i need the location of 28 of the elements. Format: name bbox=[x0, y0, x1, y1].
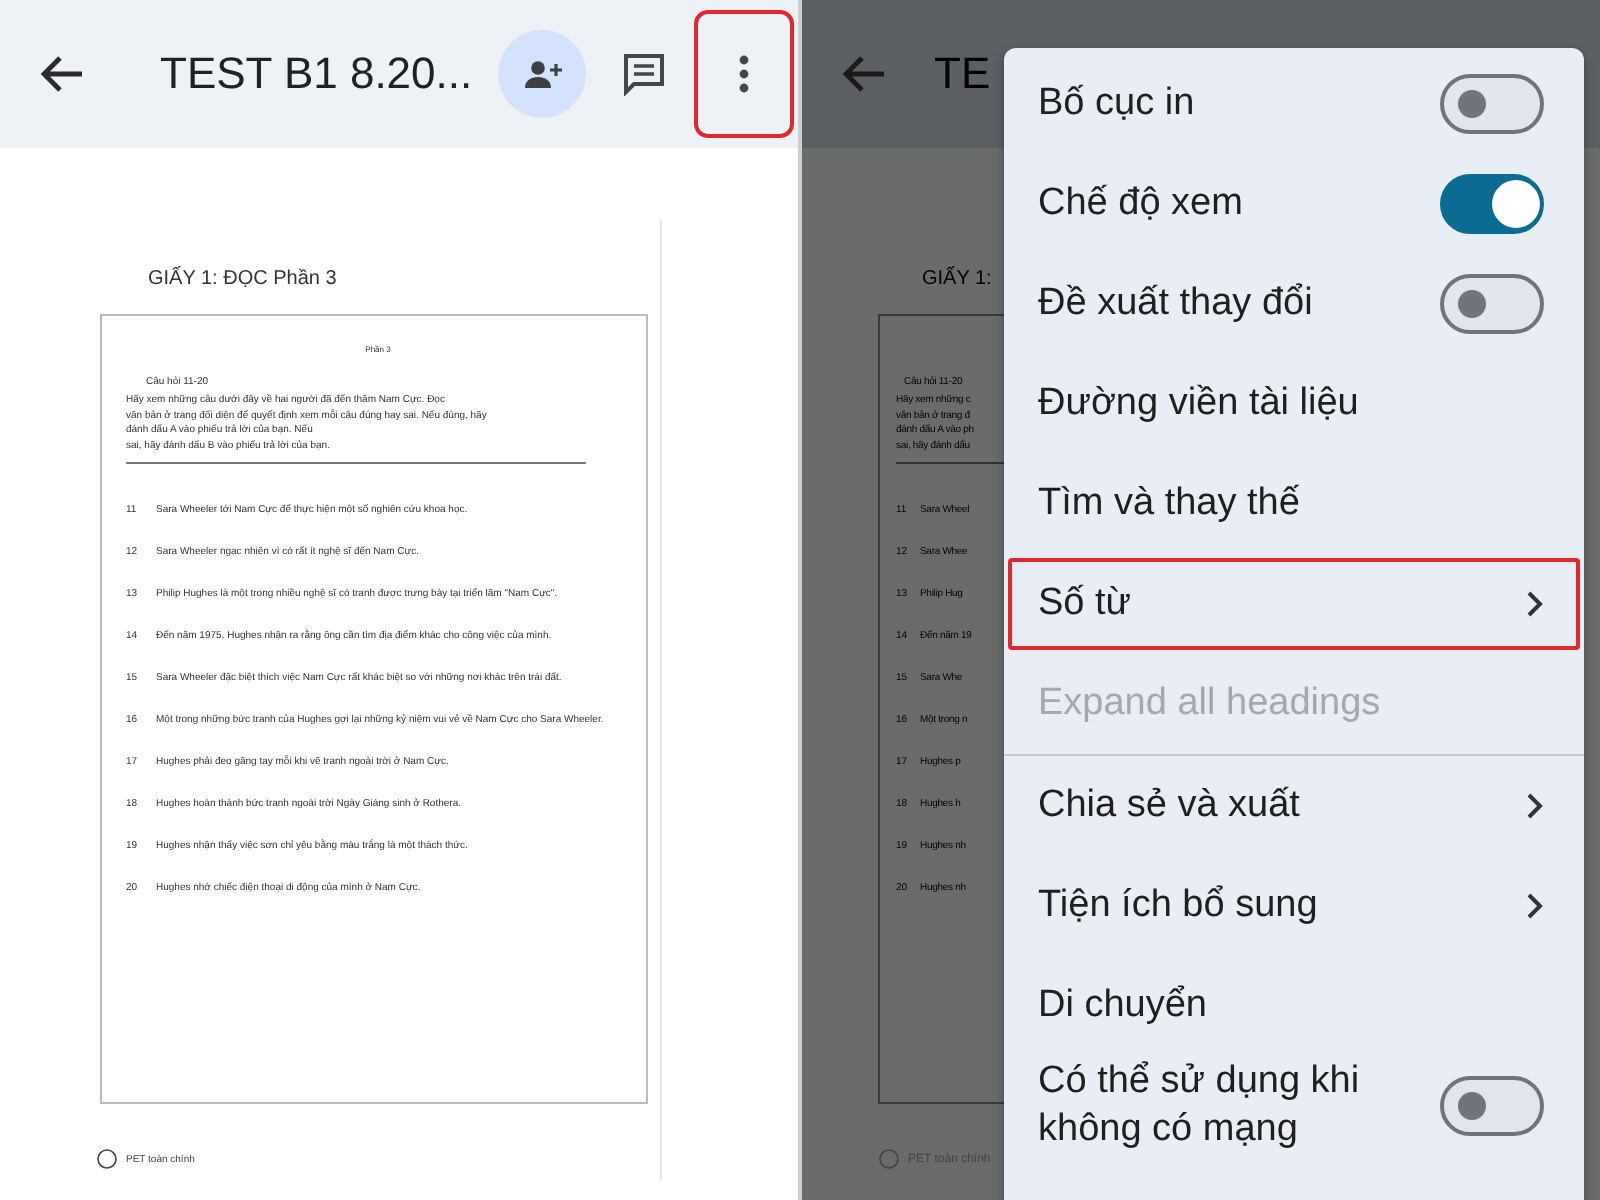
document-heading: GIẤY 1: ĐỌC Phần 3 bbox=[148, 268, 339, 290]
document-title: TEST B1 8.20... bbox=[160, 48, 473, 100]
chevron-right-icon bbox=[1526, 792, 1544, 820]
chevron-right-icon bbox=[1526, 590, 1544, 618]
menu-item[interactable]: Chế độ xem bbox=[1004, 154, 1584, 254]
menu-item[interactable]: Đề xuất thay đổi bbox=[1004, 254, 1584, 354]
menu-item[interactable]: Đường viền tài liệu bbox=[1004, 354, 1584, 454]
document-title: TE bbox=[934, 48, 991, 100]
comment-icon bbox=[622, 52, 666, 96]
circle-stamp-icon bbox=[878, 1148, 900, 1170]
chevron-right-icon bbox=[1526, 892, 1544, 920]
menu-item[interactable]: Bố cục in bbox=[1004, 54, 1584, 154]
more-vertical-icon bbox=[738, 54, 750, 94]
menu-item[interactable]: Chia sẻ và xuất bbox=[1004, 756, 1584, 856]
back-arrow-icon[interactable] bbox=[40, 54, 84, 94]
share-button[interactable] bbox=[498, 30, 586, 118]
toggle-switch[interactable] bbox=[1440, 74, 1544, 134]
add-person-icon bbox=[522, 58, 562, 90]
toggle-switch[interactable] bbox=[1440, 174, 1544, 234]
menu-item[interactable]: Tiện ích bổ sung bbox=[1004, 856, 1584, 956]
circle-stamp-icon bbox=[96, 1148, 118, 1170]
document-heading: GIẤY 1: bbox=[922, 268, 994, 290]
toggle-switch[interactable] bbox=[1440, 1076, 1544, 1136]
menu-item[interactable]: Tìm và thay thế bbox=[1004, 454, 1584, 554]
menu-item[interactable]: Có thể sử dụng khi không có mạng bbox=[1004, 1056, 1584, 1156]
menu-item[interactable]: Di chuyển bbox=[1004, 956, 1584, 1056]
toggle-switch[interactable] bbox=[1440, 274, 1544, 334]
menu-item[interactable]: Số từ bbox=[1004, 554, 1584, 654]
